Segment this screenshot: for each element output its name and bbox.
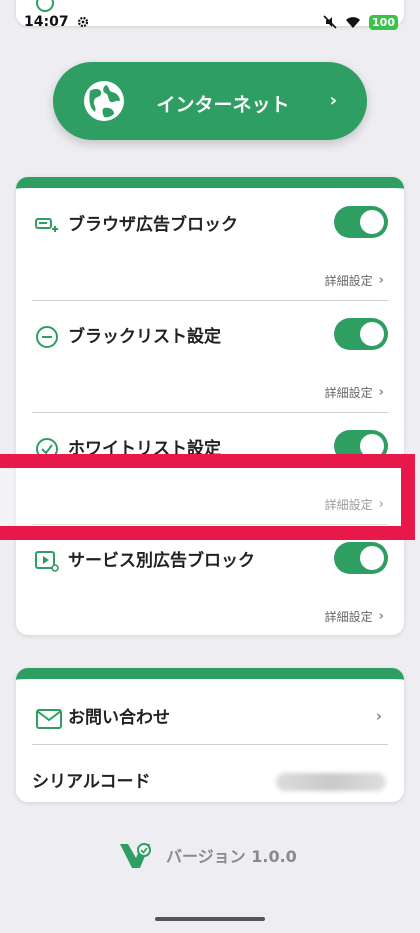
detail-label: 詳細設定 <box>324 386 373 400</box>
app-logo-icon <box>120 843 151 868</box>
contact-row[interactable]: お問い合わせ › <box>16 701 404 747</box>
serial-label: シリアルコード <box>32 772 151 792</box>
mail-icon <box>36 709 62 729</box>
chevron-right-icon: › <box>378 273 384 288</box>
feature-title: ブラックリスト設定 <box>68 327 221 347</box>
internet-button[interactable]: インターネット › <box>53 62 367 140</box>
version-text: バージョン 1.0.0 <box>166 847 297 866</box>
browser-adblock-icon <box>35 218 58 232</box>
highlight-box <box>0 454 415 540</box>
detail-label: 詳細設定 <box>324 610 373 624</box>
detail-label: 詳細設定 <box>324 274 373 288</box>
internet-button-label: インターネット <box>156 94 290 116</box>
divider <box>32 744 388 745</box>
chevron-right-icon: › <box>378 385 384 400</box>
blacklist-detail-link[interactable]: 詳細設定 › <box>325 384 384 401</box>
chevron-right-icon: › <box>329 90 337 111</box>
serial-value-blurred <box>276 773 386 791</box>
gear-icon <box>77 16 88 28</box>
feature-row-service-adblock: サービス別広告ブロック 詳細設定 › <box>16 524 404 636</box>
chevron-right-icon: › <box>378 609 384 624</box>
home-indicator[interactable] <box>155 917 265 921</box>
contact-label: お問い合わせ <box>68 708 170 728</box>
service-adblock-detail-link[interactable]: 詳細設定 › <box>325 608 384 625</box>
minus-circle-icon <box>36 326 58 348</box>
status-bar: 14:07 100 <box>0 8 420 36</box>
serial-row: シリアルコード <box>16 765 404 801</box>
service-adblock-toggle[interactable] <box>334 542 388 574</box>
chevron-right-icon: › <box>375 707 382 725</box>
browser-adblock-toggle[interactable] <box>334 206 388 238</box>
feature-row-blacklist: ブラックリスト設定 詳細設定 › <box>16 300 404 412</box>
feature-row-browser-adblock: ブラウザ広告ブロック 詳細設定 › <box>16 188 404 300</box>
wifi-icon <box>346 17 361 28</box>
feature-title: ブラウザ広告ブロック <box>68 215 238 235</box>
feature-card: ブラウザ広告ブロック 詳細設定 › ブラックリスト設定 詳細設定 › ホワイトリ… <box>16 177 404 635</box>
battery-indicator: 100 <box>369 14 398 30</box>
support-card: お問い合わせ › シリアルコード <box>16 668 404 802</box>
feature-title: サービス別広告ブロック <box>68 551 255 571</box>
mute-icon <box>323 15 337 29</box>
globe-icon <box>84 81 124 121</box>
status-time: 14:07 <box>24 14 69 30</box>
blacklist-toggle[interactable] <box>334 318 388 350</box>
version-footer: バージョン 1.0.0 <box>118 838 297 872</box>
video-settings-icon <box>35 551 59 572</box>
browser-adblock-detail-link[interactable]: 詳細設定 › <box>325 272 384 289</box>
